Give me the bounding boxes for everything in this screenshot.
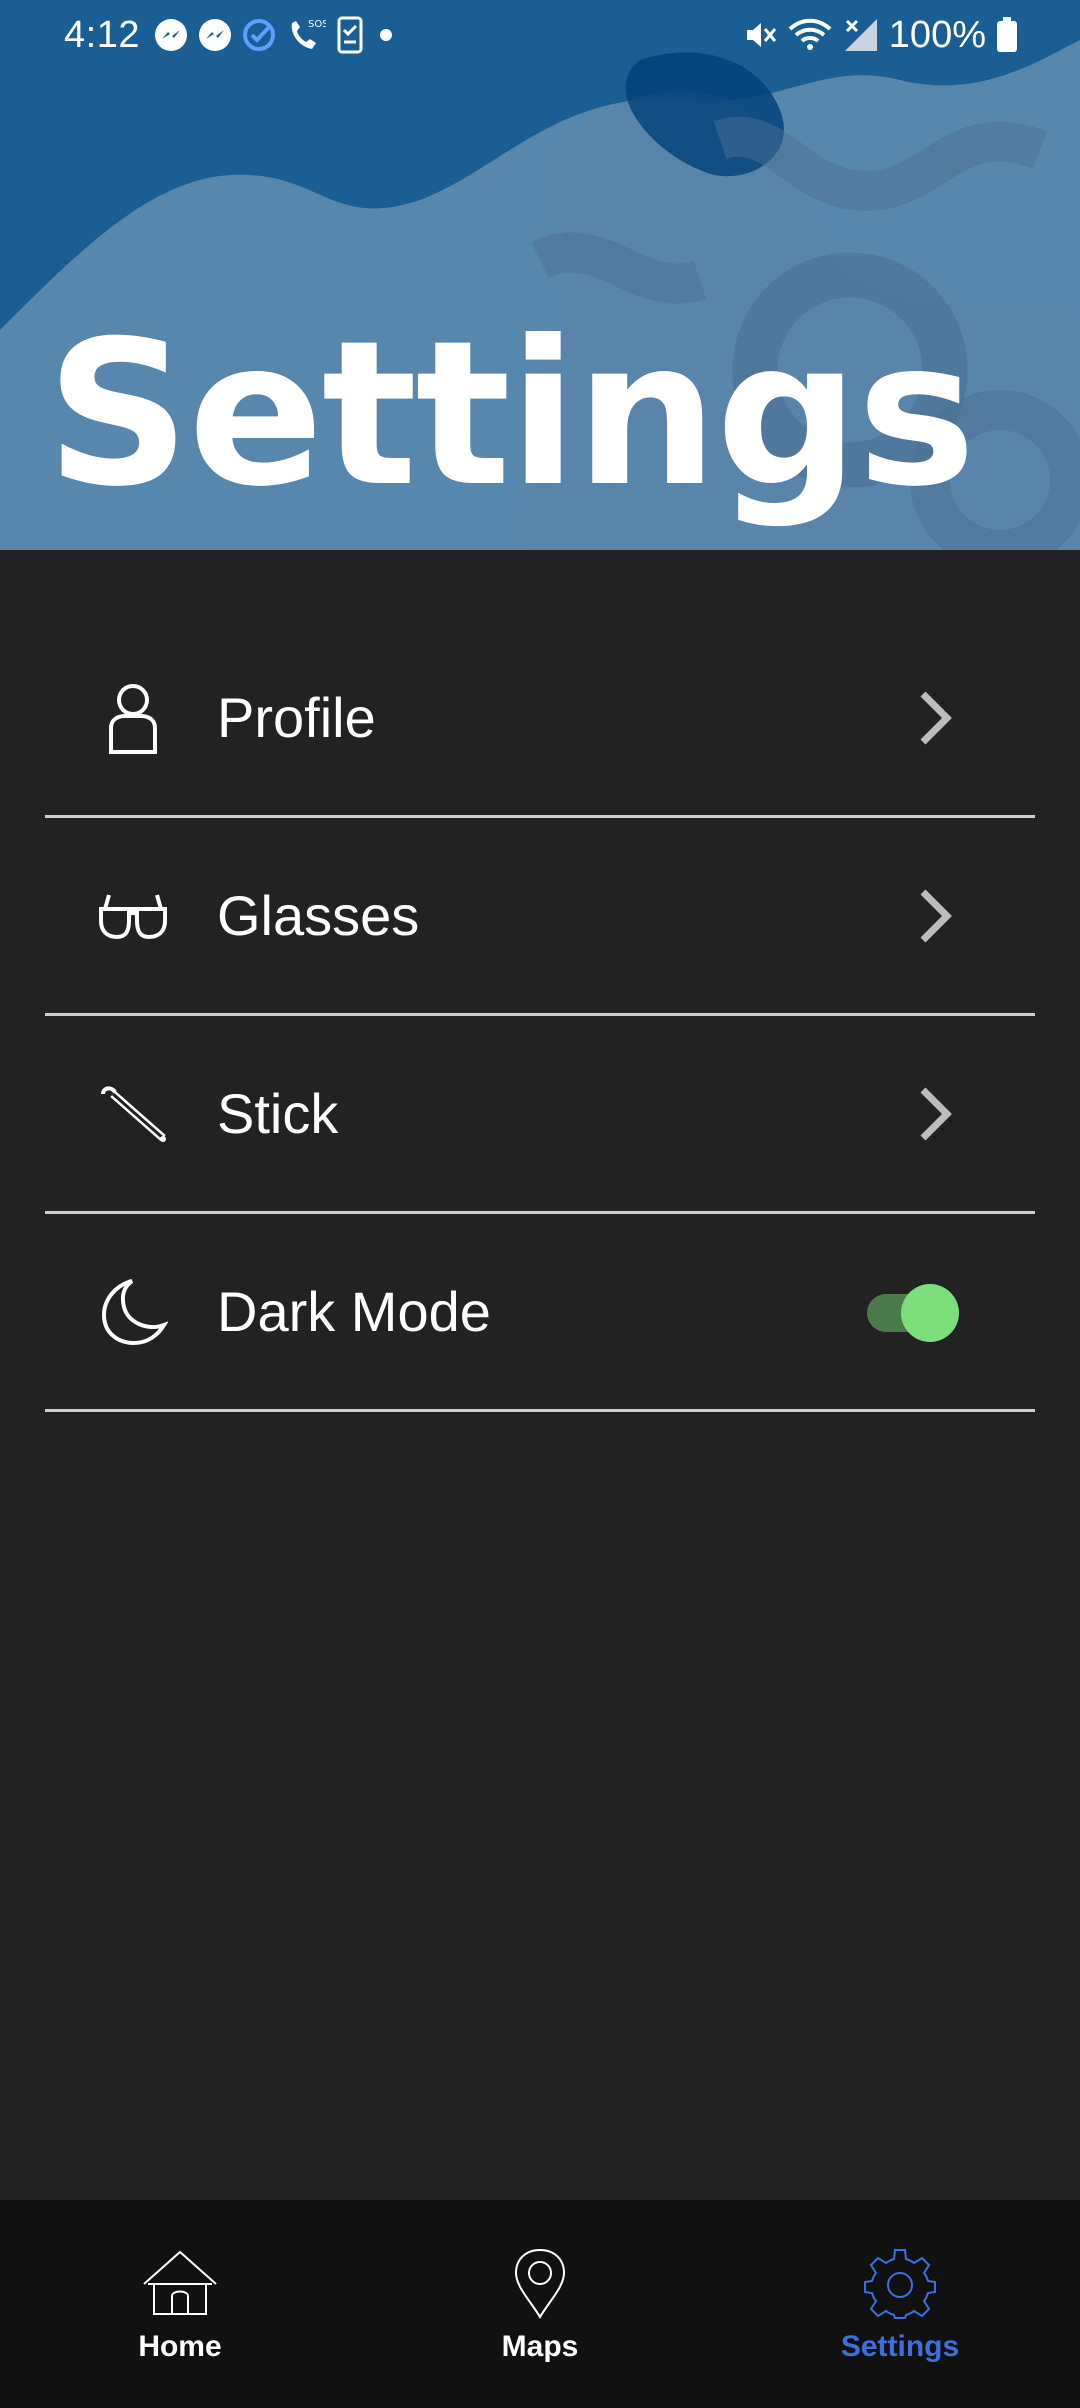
page-title: Settings xyxy=(46,298,976,531)
chevron-right-icon xyxy=(915,886,955,946)
battery-icon xyxy=(997,17,1017,52)
battery-percent: 100% xyxy=(888,13,986,56)
settings-item-stick[interactable]: Stick xyxy=(45,1016,1035,1214)
settings-item-label: Profile xyxy=(217,686,376,749)
dark-mode-toggle[interactable] xyxy=(867,1283,959,1342)
nav-label: Home xyxy=(138,2330,222,2363)
messenger-icon xyxy=(198,19,231,51)
wifi-icon xyxy=(788,18,832,50)
no-signal-icon xyxy=(844,19,877,51)
mute-icon xyxy=(746,23,776,47)
chevron-right-icon xyxy=(915,1084,955,1144)
messenger-icon xyxy=(154,19,187,51)
person-icon xyxy=(97,678,169,758)
settings-item-dark-mode: Dark Mode xyxy=(45,1214,1035,1412)
nav-item-settings[interactable]: Settings xyxy=(720,2200,1080,2408)
settings-item-label: Stick xyxy=(217,1082,339,1145)
settings-list: Profile Glasses Stick Dark Mode xyxy=(45,620,1035,1412)
map-pin-icon xyxy=(500,2245,580,2320)
bottom-navigation: Home Maps Settings xyxy=(0,2200,1080,2408)
nav-item-maps[interactable]: Maps xyxy=(360,2200,720,2408)
nav-label: Settings xyxy=(840,2330,960,2363)
nav-label: Maps xyxy=(501,2330,579,2363)
toggle-thumb xyxy=(901,1283,959,1342)
cane-icon xyxy=(97,1074,169,1154)
settings-item-label: Glasses xyxy=(217,884,420,947)
status-bar: 4:12 SOS 100% xyxy=(0,0,1080,70)
nav-item-home[interactable]: Home xyxy=(0,2200,360,2408)
check-circle-icon xyxy=(242,19,275,51)
glasses-icon xyxy=(97,876,169,956)
dot-icon xyxy=(379,29,392,41)
svg-text:SOS: SOS xyxy=(308,19,326,30)
settings-item-profile[interactable]: Profile xyxy=(45,620,1035,818)
gear-icon xyxy=(860,2245,940,2320)
chevron-right-icon xyxy=(915,688,955,748)
status-time: 4:12 xyxy=(64,13,140,56)
settings-item-glasses[interactable]: Glasses xyxy=(45,818,1035,1016)
phone-checklist-icon xyxy=(337,16,363,54)
settings-header: 4:12 SOS 100% Settings xyxy=(0,0,1080,550)
sos-call-icon: SOS xyxy=(291,19,326,49)
moon-icon xyxy=(97,1272,169,1352)
settings-item-label: Dark Mode xyxy=(217,1280,491,1343)
home-icon xyxy=(140,2245,220,2320)
